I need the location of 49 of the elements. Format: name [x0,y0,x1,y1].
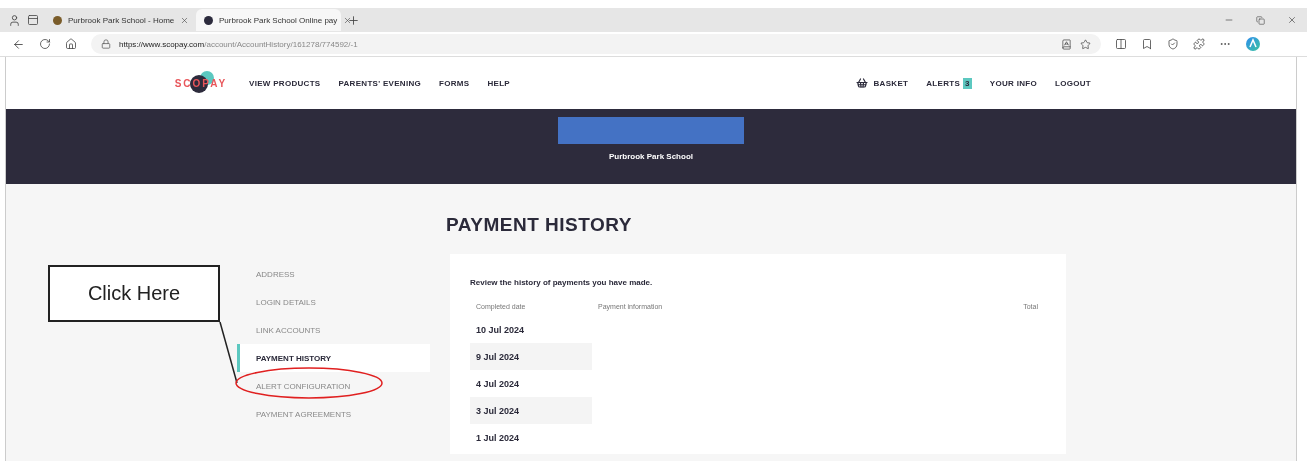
nav-link[interactable]: VIEW PRODUCTS [249,78,321,88]
favicon-icon [204,15,213,25]
nav-link[interactable]: HELP [487,78,510,88]
url-text: https://www.scopay.com/account/AccountHistory/161278/774592/-1 [119,39,358,49]
favicon-icon [53,15,62,25]
sidebar-item[interactable]: LINK ACCOUNTS [237,316,430,344]
nav-link[interactable]: PARENTS' EVENING [338,78,422,88]
tab-title: Purbrook Park School - Home [68,15,175,25]
favorite-icon[interactable] [1080,38,1091,50]
table-cell-text: 10 Jul 2024 [475,323,526,337]
table-cell: 9 Jul 2024 [470,343,592,370]
intro-text: Review the history of payments you have made. [470,278,654,287]
copilot-icon[interactable] [1245,36,1261,52]
back-icon[interactable] [12,37,25,51]
alerts-link[interactable]: ALERTS 3 [926,78,972,88]
page-title: PAYMENT HISTORY [446,214,633,236]
nav-link[interactable]: FORMS [439,78,470,88]
sidebar-item[interactable]: ALERT CONFIGURATION [237,372,430,400]
tab-actions-icon[interactable] [27,14,39,26]
new-tab-icon[interactable] [347,13,360,27]
favorites-icon[interactable] [1141,38,1153,50]
home-icon[interactable] [65,38,77,50]
table-cell-text: 1 Jul 2024 [475,431,521,445]
close-icon[interactable] [1287,15,1297,25]
shield-icon[interactable] [1167,38,1179,50]
school-name: Purbrook Park School [609,152,693,161]
read-aloud-icon[interactable] [1061,38,1072,50]
basket-icon[interactable] [855,77,868,89]
sidebar-item[interactable]: LOGIN DETAILS [237,288,430,316]
leader-line [219,321,238,384]
nav-link[interactable]: YOUR INFO [989,78,1037,88]
nav-link[interactable]: BASKET [873,78,909,88]
table-cell: 3 Jul 2024 [470,397,592,424]
table-cell-text: 4 Jul 2024 [475,377,521,391]
tab-title: Purbrook Park School Online pay [219,15,338,25]
extensions-icon[interactable] [1193,38,1205,50]
lock-icon [101,39,111,49]
browser-tab[interactable]: Purbrook Park School - Home [45,9,190,31]
callout-box: Click Here [48,265,220,322]
sidebar-item[interactable]: PAYMENT HISTORY [237,344,430,372]
address-bar[interactable]: https://www.scopay.com/account/AccountHistory/161278/774592/-1 [91,34,1101,54]
sidebar-item[interactable]: ADDRESS [237,260,430,288]
close-icon[interactable] [343,15,353,25]
nav-link[interactable]: LOGOUT [1054,78,1091,88]
profile-icon[interactable] [8,13,21,27]
reload-icon[interactable] [39,38,51,50]
split-screen-icon[interactable] [1115,38,1127,50]
close-icon[interactable] [180,15,190,25]
sidebar-item[interactable]: PAYMENT AGREEMENTS [237,400,430,428]
